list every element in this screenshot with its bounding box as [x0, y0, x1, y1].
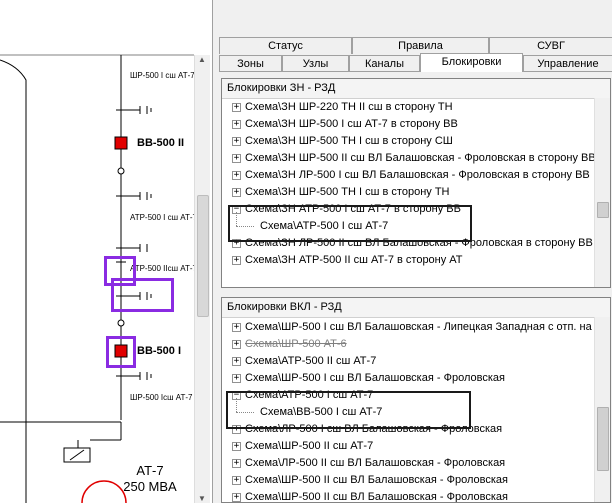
- tree-item[interactable]: + Схема\ЗН АТР-500 II сш АТ-7 в сторону А…: [222, 252, 602, 269]
- app-window: ШР-500 I сш АТ-7 ВВ-500 II АТР-500 I сш …: [0, 0, 612, 503]
- tree-item-label: Схема\ЗН ШР-220 ТН II сш в сторону ТН: [245, 101, 453, 113]
- tab-zones[interactable]: Зоны: [219, 55, 282, 72]
- tree-item[interactable]: + Схема\ШР-500 I сш ВЛ Балашовская - Фрол…: [222, 370, 602, 387]
- expand-icon[interactable]: +: [232, 256, 241, 265]
- tree-item[interactable]: + Схема\ШР-500 II сш ВЛ Балашовская - Фро…: [222, 472, 602, 489]
- label-apr: АТР-500 IIсш АТ-7: [130, 264, 197, 273]
- tree-item[interactable]: + Схема\ЛР-500 II сш ВЛ Балашовская - Фро…: [222, 455, 602, 472]
- tree-item[interactable]: + Схема\ШР-500 II сш ВЛ Балашовская - Фро…: [222, 489, 602, 503]
- tab-status[interactable]: Статус: [219, 37, 352, 54]
- expand-icon[interactable]: +: [232, 340, 241, 349]
- vkl-interlocks-pane[interactable]: Блокировки ВКЛ - РЗД + Схема\ШР-500 I сш …: [221, 297, 611, 503]
- tree-item[interactable]: + Схема\АТР-500 II сш АТ-7: [222, 353, 602, 370]
- highlight-breaker-bottom: [106, 336, 136, 368]
- tree-item-label: Схема\ЗН ШР-500 ТН I сш в сторону СШ: [245, 135, 453, 147]
- label-transformer-power: 250 MBA: [123, 479, 177, 494]
- tab-divider: [219, 71, 612, 72]
- expand-icon[interactable]: +: [232, 459, 241, 468]
- expand-icon[interactable]: +: [232, 442, 241, 451]
- tree-item-label: Схема\ШР-500 I сш ВЛ Балашовская - Фроло…: [245, 372, 505, 384]
- tree-item[interactable]: + Схема\ЗН ШР-500 I сш АТ-7 в сторону ВВ: [222, 116, 602, 133]
- expand-icon[interactable]: +: [232, 476, 241, 485]
- schematic-canvas[interactable]: ШР-500 I сш АТ-7 ВВ-500 II АТР-500 I сш …: [0, 0, 212, 503]
- rules-panel: Статус Правила СУВГ Зоны Узлы Каналы Бло…: [212, 0, 612, 503]
- tree-item-label: Схема\ЗН ШР-500 ТН I сш в сторону ТН: [245, 186, 450, 198]
- vkl-pane-title: Блокировки ВКЛ - РЗД: [222, 298, 610, 318]
- label-top-bus: ШР-500 I сш АТ-7: [130, 71, 195, 80]
- expand-icon[interactable]: +: [232, 171, 241, 180]
- label-breaker-top: ВВ-500 II: [137, 137, 185, 149]
- expand-icon[interactable]: +: [232, 323, 241, 332]
- tree-item-label: Схема\ШР-500 I сш ВЛ Балашовская - Липец…: [245, 321, 602, 333]
- schematic-scrollbar[interactable]: ▲ ▼: [194, 55, 210, 503]
- tree-item-label: Схема\АТР-500 II сш АТ-7: [245, 355, 377, 367]
- tree-item-label: Схема\ЗН ШР-500 I сш АТ-7 в сторону ВВ: [245, 118, 458, 130]
- label-atr: АТР-500 I сш АТ-7: [130, 213, 197, 222]
- tree-item[interactable]: + Схема\ЗН ШР-220 ТН II сш в сторону ТН: [222, 99, 602, 116]
- tab-control[interactable]: Управление: [523, 55, 612, 72]
- vkl-scroll-thumb[interactable]: [597, 407, 609, 471]
- expand-icon[interactable]: +: [232, 374, 241, 383]
- expand-icon[interactable]: +: [232, 493, 241, 502]
- tree-item[interactable]: + Схема\ЗН ЛР-500 I сш ВЛ Балашовская - Ф…: [222, 167, 602, 184]
- expand-icon[interactable]: +: [232, 154, 241, 163]
- zn-pane-title: Блокировки ЗН - РЗД: [222, 79, 610, 99]
- zn-scroll-thumb[interactable]: [597, 202, 609, 218]
- expand-icon[interactable]: +: [232, 188, 241, 197]
- tree-item-label: Схема\ЗН АТР-500 II сш АТ-7 в сторону АТ: [245, 254, 463, 266]
- tree-item[interactable]: + Схема\ШР-500 II сш АТ-7: [222, 438, 602, 455]
- zn-highlight-box: [228, 205, 472, 242]
- expand-icon[interactable]: +: [232, 120, 241, 129]
- tab-suvg[interactable]: СУВГ: [489, 37, 612, 54]
- label-transformer-name: АТ-7: [136, 463, 164, 478]
- scroll-up-icon[interactable]: ▲: [198, 55, 206, 64]
- vkl-highlight-box: [226, 391, 471, 429]
- tab-channels[interactable]: Каналы: [349, 55, 420, 72]
- expand-icon[interactable]: +: [232, 103, 241, 112]
- tree-item-label: Схема\ШР-500 II сш ВЛ Балашовская - Фрол…: [245, 491, 509, 503]
- tab-interlocks[interactable]: Блокировки: [420, 53, 523, 72]
- schematic-scroll-thumb[interactable]: [197, 195, 209, 317]
- tree-item[interactable]: + Схема\ШР-500 I сш ВЛ Балашовская - Липе…: [222, 319, 602, 336]
- tab-rules[interactable]: Правила: [352, 37, 489, 54]
- label-breaker-bottom: ВВ-500 I: [137, 345, 182, 357]
- tree-item-label: Схема\ЗН ЛР-500 I сш ВЛ Балашовская - Фр…: [245, 169, 590, 181]
- scroll-down-icon[interactable]: ▼: [198, 494, 206, 503]
- tree-item[interactable]: + Схема\ЗН ШР-500 ТН I сш в сторону СШ: [222, 133, 602, 150]
- tab-nodes[interactable]: Узлы: [282, 55, 349, 72]
- expand-icon[interactable]: +: [232, 137, 241, 146]
- zn-interlocks-pane[interactable]: Блокировки ЗН - РЗД + Схема\ЗН ШР-220 ТН …: [221, 78, 611, 288]
- tree-item-label: Схема\ШР-500 АТ-6: [245, 338, 347, 350]
- label-bottom-bus: ШР-500 Iсш АТ-7: [130, 393, 193, 402]
- tree-item-label: Схема\ЗН ШР-500 II сш ВЛ Балашовская - Ф…: [245, 152, 596, 164]
- tree-item[interactable]: + Схема\ШР-500 АТ-6: [222, 336, 602, 353]
- tree-item-label: Схема\ЛР-500 II сш ВЛ Балашовская - Фрол…: [245, 457, 506, 469]
- vkl-scrollbar[interactable]: [594, 317, 610, 502]
- tree-item-label: Схема\ШР-500 II сш ВЛ Балашовская - Фрол…: [245, 474, 509, 486]
- tree-item[interactable]: + Схема\ЗН ШР-500 ТН I сш в сторону ТН: [222, 184, 602, 201]
- highlight-ground-switch: [111, 278, 174, 312]
- zn-scrollbar[interactable]: [594, 98, 610, 287]
- tree-item-label: Схема\ШР-500 II сш АТ-7: [245, 440, 374, 452]
- expand-icon[interactable]: +: [232, 357, 241, 366]
- tree-item[interactable]: + Схема\ЗН ШР-500 II сш ВЛ Балашовская - …: [222, 150, 602, 167]
